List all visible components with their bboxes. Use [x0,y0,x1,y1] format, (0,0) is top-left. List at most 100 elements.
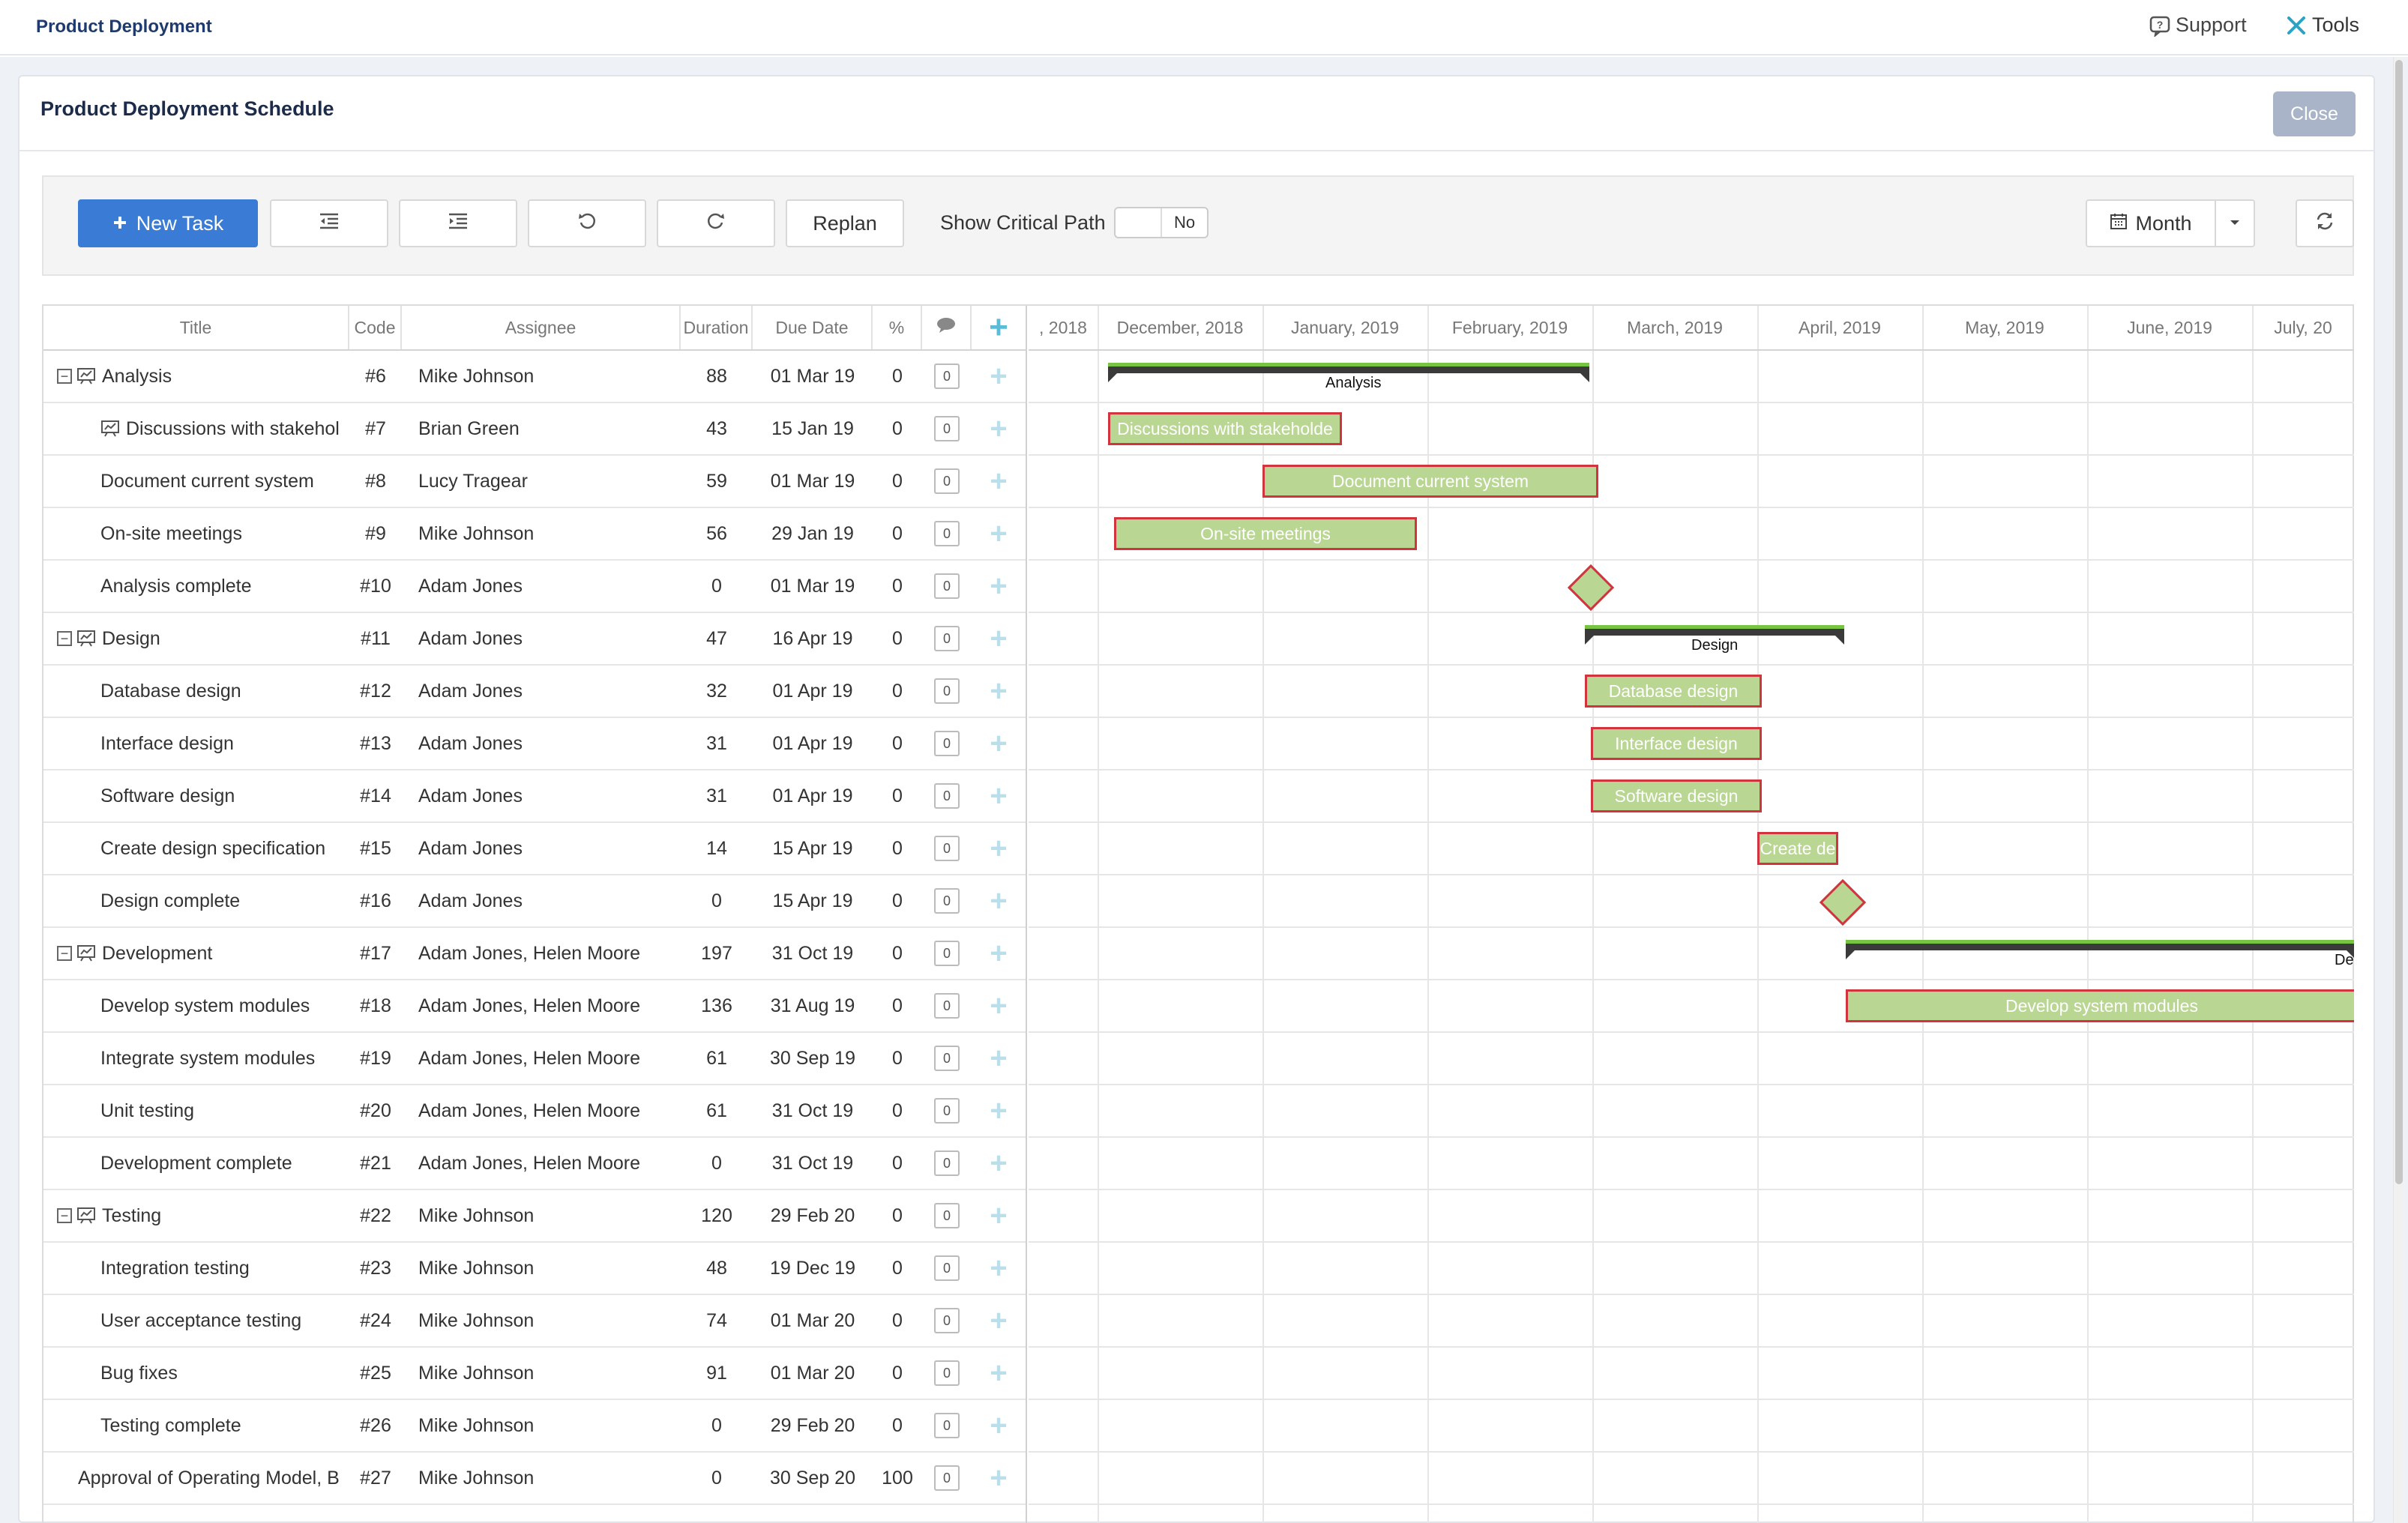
comment-count[interactable]: 0 [934,1046,960,1071]
comment-count[interactable]: 0 [934,1413,960,1438]
comment-count[interactable]: 0 [934,678,960,704]
comment-count[interactable]: 0 [934,1255,960,1281]
tools-link[interactable]: Tools [2285,13,2359,37]
table-row[interactable]: Design complete #16 Adam Jones 0 15 Apr 19 0 0… [43,875,1026,928]
table-row[interactable]: Development complete #21 Adam Jones, Helen… [43,1138,1026,1190]
col-header-code[interactable]: Code [349,306,402,349]
outdent-button[interactable] [270,199,388,247]
software-design-bar[interactable]: Software design [1591,779,1762,812]
comment-count[interactable]: 0 [934,993,960,1019]
comment-count[interactable]: 0 [934,836,960,861]
add-subtask-icon[interactable]: + [990,1306,1007,1336]
table-row[interactable]: Create design specification #15 Adam Jones… [43,823,1026,875]
comment-count[interactable]: 0 [934,731,960,756]
add-subtask-icon[interactable]: + [990,1148,1007,1178]
new-task-button[interactable]: New Task [78,199,258,247]
add-subtask-icon[interactable]: + [990,1201,1007,1231]
add-subtask-icon[interactable]: + [990,729,1007,759]
design-summary-bar[interactable] [1585,625,1844,645]
col-header-due-date[interactable]: Due Date [753,306,873,349]
add-subtask-icon[interactable]: + [990,1096,1007,1126]
document-system-bar[interactable]: Document current system [1262,465,1598,498]
comment-count[interactable]: 0 [934,1360,960,1386]
scrollbar-thumb[interactable] [2395,60,2403,1184]
task-title-cell[interactable]: Integrate system modules [100,1033,345,1084]
table-row[interactable]: Document current system #8 Lucy Tragear 59 0… [43,456,1026,508]
col-header-duration[interactable]: Duration [681,306,753,349]
add-subtask-icon[interactable]: + [990,991,1007,1021]
database-design-bar[interactable]: Database design [1585,675,1762,708]
table-row[interactable]: Database design #12 Adam Jones 32 01 Apr 19 0… [43,666,1026,718]
table-row[interactable]: Interface design #13 Adam Jones 31 01 Apr 19… [43,718,1026,770]
add-subtask-icon[interactable]: + [990,1358,1007,1388]
indent-button[interactable] [399,199,517,247]
task-title-cell[interactable]: − Testing [57,1190,342,1241]
comment-count[interactable]: 0 [934,573,960,599]
task-title-cell[interactable]: Bug fixes [100,1348,345,1399]
add-subtask-icon[interactable]: + [990,519,1007,549]
comment-count[interactable]: 0 [934,626,960,651]
analysis-summary-bar[interactable] [1108,363,1589,382]
add-subtask-icon[interactable]: + [990,886,1007,916]
task-title-cell[interactable]: Unit testing [100,1085,345,1136]
task-title-cell[interactable]: − Design [57,613,342,664]
task-title-cell[interactable]: User acceptance testing [100,1295,345,1346]
comment-count[interactable]: 0 [934,1150,960,1176]
page-scrollbar[interactable] [2393,57,2404,1523]
task-title-cell[interactable]: Develop system modules [100,980,345,1031]
table-row[interactable]: User acceptance testing #24 Mike Johnson 74… [43,1295,1026,1348]
support-link[interactable]: ? Support [2149,13,2247,37]
view-mode-dropdown[interactable] [2216,199,2255,247]
add-subtask-icon[interactable]: + [990,624,1007,654]
table-row[interactable]: − Development #17 Adam Jones, Helen Moore 19… [43,928,1026,980]
add-subtask-icon[interactable]: + [990,1043,1007,1073]
table-row[interactable]: − Design #11 Adam Jones 47 16 Apr 19 0 0 + [43,613,1026,666]
comment-count[interactable]: 0 [934,1098,960,1124]
comment-count[interactable]: 0 [934,364,960,389]
add-subtask-icon[interactable]: + [990,1463,1007,1493]
task-title-cell[interactable]: Development complete [100,1138,345,1189]
interface-design-bar[interactable]: Interface design [1591,727,1762,760]
add-subtask-icon[interactable]: + [990,676,1007,706]
close-button[interactable]: Close [2273,91,2356,136]
task-title-cell[interactable]: Software design [100,770,345,821]
table-row[interactable]: Bug fixes #25 Mike Johnson 91 01 Mar 20 0 0 + [43,1348,1026,1400]
table-row[interactable]: Develop system modules #18 Adam Jones, Hel… [43,980,1026,1033]
col-header-comments[interactable] [922,306,972,349]
task-title-cell[interactable]: Document current system [100,456,345,507]
add-subtask-icon[interactable]: + [990,1411,1007,1441]
comment-count[interactable]: 0 [934,783,960,809]
task-title-cell[interactable]: Create design specification [100,823,345,874]
onsite-meetings-bar[interactable]: On-site meetings [1114,517,1417,550]
table-row[interactable]: Unit testing #20 Adam Jones, Helen Moore 61… [43,1085,1026,1138]
table-row[interactable]: Analysis complete #10 Adam Jones 0 01 Mar 19… [43,561,1026,613]
collapse-toggle-icon[interactable]: − [57,369,72,384]
add-subtask-icon[interactable]: + [990,833,1007,863]
develop-modules-bar[interactable]: Develop system modules [1846,989,2354,1022]
task-title-cell[interactable]: Discussions with stakehol [100,403,345,454]
col-header-title[interactable]: Title [43,306,349,349]
add-subtask-icon[interactable]: + [990,1253,1007,1283]
add-subtask-icon[interactable]: + [990,571,1007,601]
task-title-cell[interactable]: Analysis complete [100,561,345,612]
discussions-bar[interactable]: Discussions with stakeholde [1108,412,1342,445]
collapse-toggle-icon[interactable]: − [57,631,72,646]
task-title-cell[interactable]: − Development [57,928,342,979]
table-row[interactable]: Integration testing #23 Mike Johnson 48 19 D… [43,1243,1026,1295]
comment-count[interactable]: 0 [934,416,960,441]
task-title-cell[interactable]: Approval of Operating Model, B [78,1453,345,1504]
comment-count[interactable]: 0 [934,888,960,914]
task-title-cell[interactable]: On-site meetings [100,508,345,559]
task-title-cell[interactable]: Testing complete [100,1400,345,1451]
design-complete-milestone[interactable] [1819,878,1867,926]
redo-button[interactable] [657,199,775,247]
table-row[interactable]: Discussions with stakehol #7 Brian Green 43… [43,403,1026,456]
analysis-complete-milestone[interactable] [1567,564,1615,612]
task-title-cell[interactable]: Interface design [100,718,345,769]
create-spec-bar[interactable]: Create de [1757,832,1838,865]
task-title-cell[interactable]: Integration testing [100,1243,345,1294]
comment-count[interactable]: 0 [934,521,960,546]
critical-path-toggle[interactable]: No [1114,207,1208,238]
task-title-cell[interactable]: Design complete [100,875,345,926]
col-header-assignee[interactable]: Assignee [402,306,681,349]
